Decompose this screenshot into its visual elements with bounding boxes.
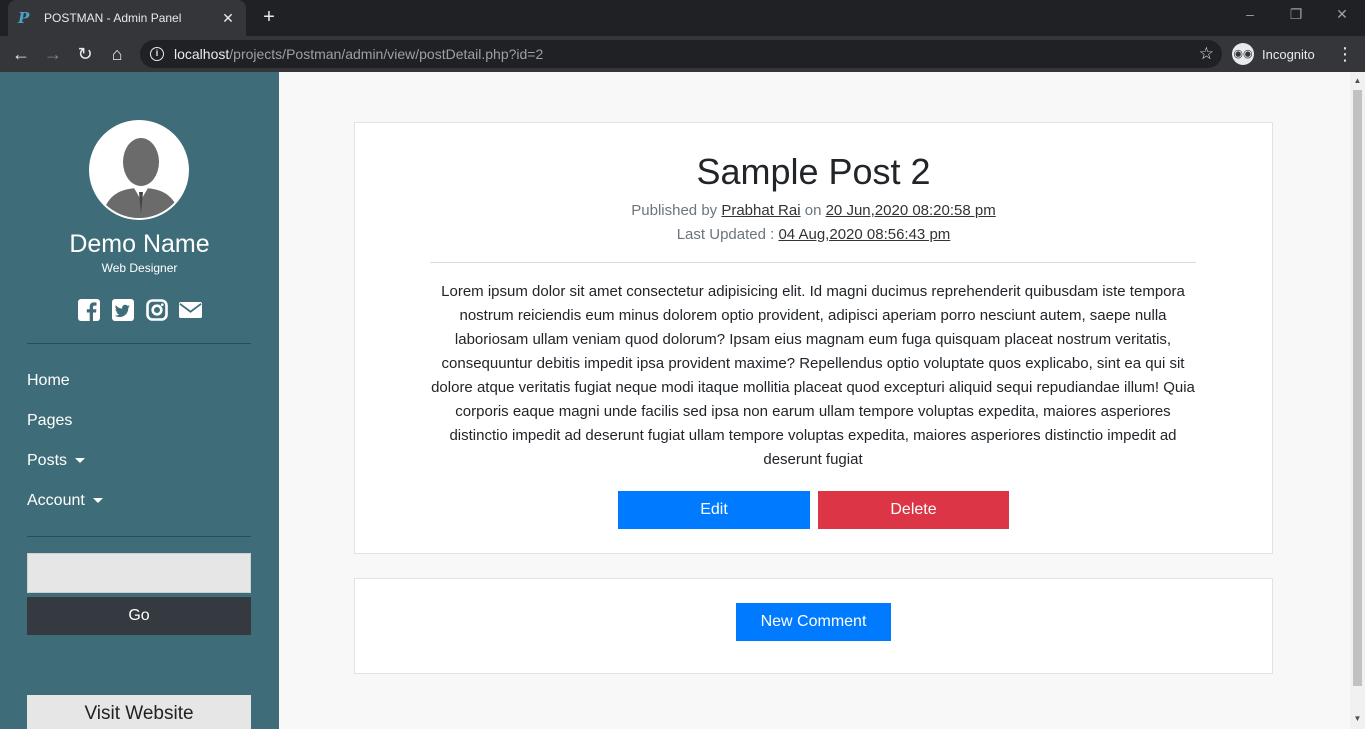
sidebar-divider: [27, 343, 251, 344]
post-title: Sample Post 2: [696, 151, 931, 192]
edit-button[interactable]: Edit: [618, 491, 810, 529]
post-divider: [430, 262, 1196, 263]
site-info-icon[interactable]: i: [150, 47, 164, 61]
browser-tabbar: P POSTMAN - Admin Panel ✕ + – ❐ ✕: [0, 0, 1365, 36]
facebook-icon[interactable]: [77, 298, 100, 321]
new-comment-button[interactable]: New Comment: [736, 603, 891, 641]
updated-date-link[interactable]: 04 Aug,2020 08:56:43 pm: [778, 226, 950, 243]
sidebar-item-pages[interactable]: Pages: [27, 412, 72, 430]
sidebar-item-home[interactable]: Home: [27, 372, 70, 390]
reload-icon[interactable]: ↻: [73, 42, 97, 66]
user-silhouette-icon: [92, 123, 187, 218]
sidebar-divider: [27, 536, 251, 537]
url-text[interactable]: localhost/projects/Postman/admin/view/po…: [174, 46, 543, 62]
tab-title: POSTMAN - Admin Panel: [44, 11, 182, 25]
scroll-down-icon[interactable]: ▼: [1350, 714, 1365, 723]
sidebar-item-posts[interactable]: Posts: [27, 452, 86, 470]
browser-menu-icon[interactable]: ⋮: [1336, 42, 1354, 66]
profile-name: Demo Name: [69, 230, 210, 258]
forward-arrow-icon[interactable]: →: [41, 42, 65, 66]
browser-tab[interactable]: P POSTMAN - Admin Panel ✕: [8, 0, 246, 36]
scroll-thumb[interactable]: [1353, 90, 1362, 686]
go-button[interactable]: Go: [27, 597, 251, 635]
bookmark-star-icon[interactable]: ☆: [1199, 44, 1214, 64]
home-icon[interactable]: ⌂: [105, 42, 129, 66]
new-tab-icon[interactable]: +: [258, 6, 280, 28]
twitter-icon[interactable]: [111, 298, 134, 321]
profile-role: Web Designer: [101, 261, 178, 275]
incognito-icon: ◉◉: [1232, 43, 1254, 65]
sidebar-item-account[interactable]: Account: [27, 492, 103, 510]
delete-button[interactable]: Delete: [818, 491, 1009, 529]
envelope-icon[interactable]: [179, 298, 202, 321]
visit-website-button[interactable]: Visit Website: [27, 695, 251, 729]
post-body: Lorem ipsum dolor sit amet consectetur a…: [431, 283, 1195, 468]
restore-icon[interactable]: ❐: [1286, 6, 1306, 23]
postman-favicon-icon: P: [18, 9, 30, 27]
back-arrow-icon[interactable]: ←: [9, 42, 33, 66]
main-content: Sample Post 2 Published by Prabhat Rai o…: [279, 72, 1350, 729]
address-bar[interactable]: i localhost/projects/Postman/admin/view/…: [140, 40, 1222, 68]
search-input[interactable]: [27, 553, 251, 593]
browser-toolbar: ← → ↻ ⌂ i localhost/projects/Postman/adm…: [0, 36, 1365, 72]
comments-card: New Comment: [354, 578, 1273, 674]
sidebar: Demo Name Web Designer Home Pages Posts …: [0, 72, 279, 729]
minimize-icon[interactable]: –: [1240, 6, 1260, 22]
incognito-label: Incognito: [1262, 46, 1315, 62]
scroll-up-icon[interactable]: ▲: [1350, 76, 1365, 85]
social-links: [0, 298, 279, 321]
post-updated-meta: Last Updated : 04 Aug,2020 08:56:43 pm: [676, 226, 951, 243]
caret-down-icon: [92, 498, 103, 504]
incognito-indicator[interactable]: ◉◉ Incognito: [1232, 41, 1315, 67]
window-close-icon[interactable]: ✕: [1332, 6, 1352, 23]
published-date-link[interactable]: 20 Jun,2020 08:20:58 pm: [826, 202, 996, 219]
post-published-meta: Published by Prabhat Rai on 20 Jun,2020 …: [631, 202, 996, 219]
caret-down-icon: [75, 458, 86, 464]
tab-close-icon[interactable]: ✕: [220, 10, 236, 27]
page-scrollbar[interactable]: ▲ ▼: [1350, 72, 1365, 729]
author-link[interactable]: Prabhat Rai: [721, 202, 800, 219]
avatar: [89, 120, 189, 220]
post-card: Sample Post 2 Published by Prabhat Rai o…: [354, 122, 1273, 554]
instagram-icon[interactable]: [145, 298, 168, 321]
